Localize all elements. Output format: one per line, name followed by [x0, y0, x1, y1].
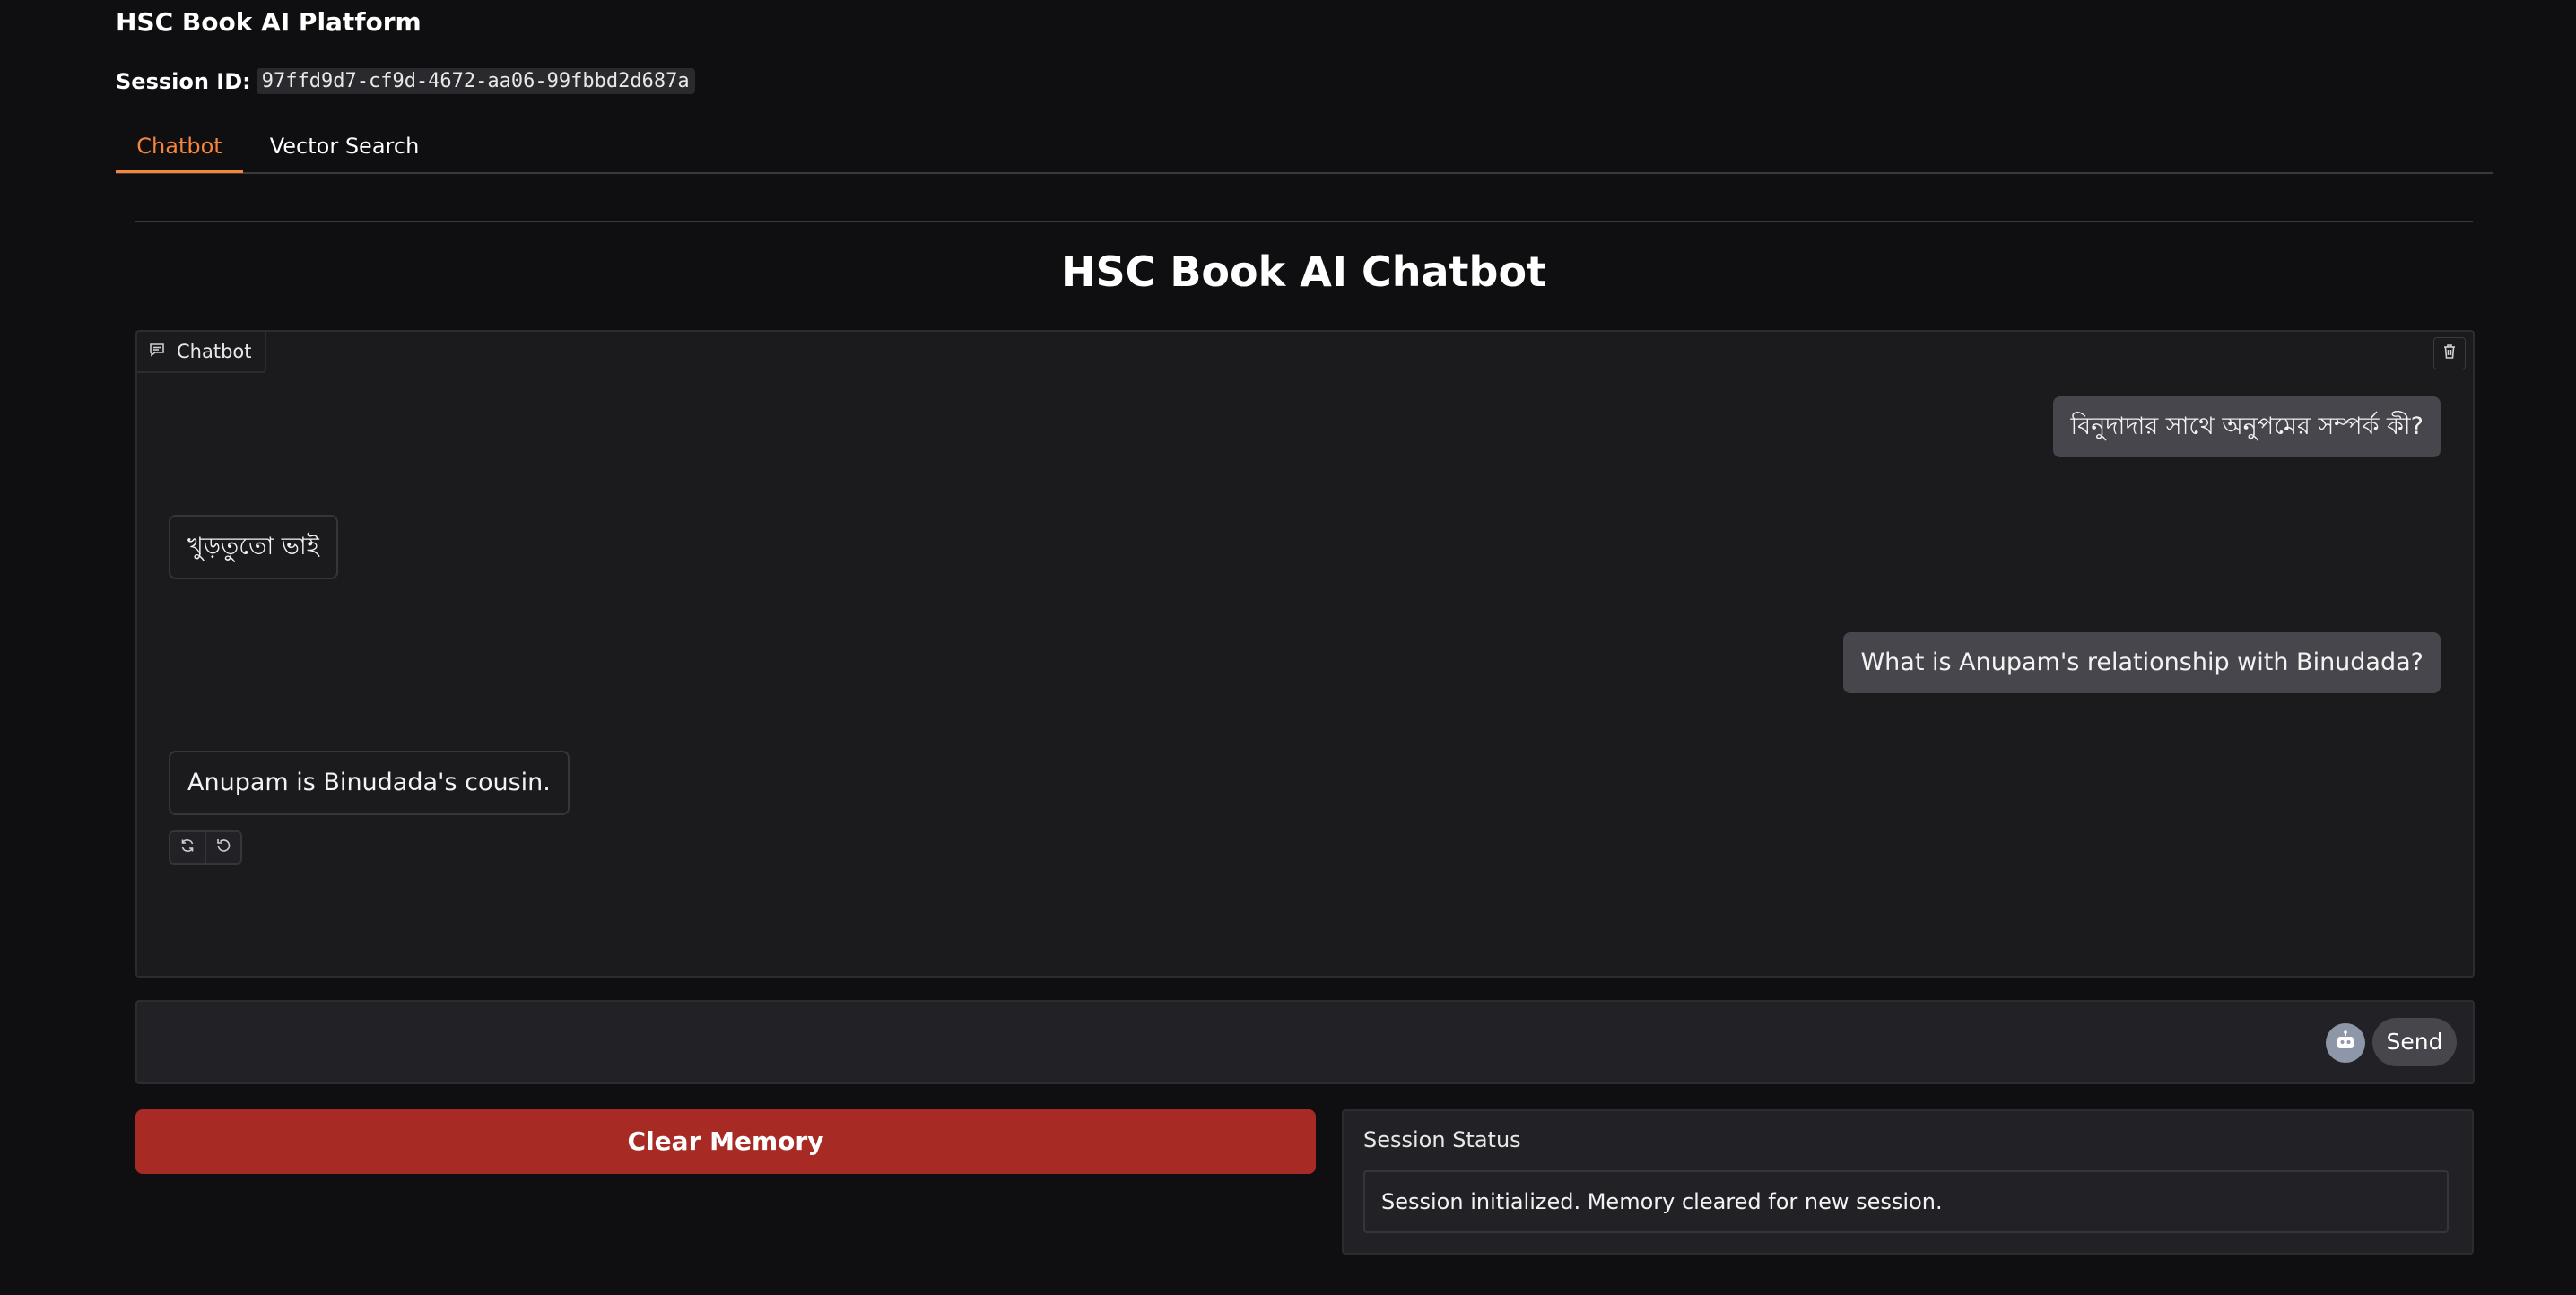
- tab-chatbot[interactable]: Chatbot: [116, 126, 243, 173]
- chat-icon: [148, 341, 166, 363]
- page-title: HSC Book AI Chatbot: [1060, 248, 1547, 296]
- undo-icon: [214, 837, 232, 858]
- bot-message: খুড়তুতো ভাই: [169, 515, 338, 579]
- undo-button[interactable]: [205, 832, 240, 863]
- session-status-text: Session initialized. Memory cleared for …: [1363, 1170, 2449, 1233]
- robot-icon: [2333, 1029, 2358, 1057]
- bot-button[interactable]: [2326, 1023, 2365, 1063]
- clear-memory-button[interactable]: Clear Memory: [135, 1109, 1316, 1174]
- session-status-panel: Session Status Session initialized. Memo…: [1342, 1109, 2474, 1255]
- section-divider: [135, 221, 2473, 222]
- user-message: What is Anupam's relationship with Binud…: [1843, 632, 2441, 693]
- message-input-bar: Send: [135, 1000, 2475, 1084]
- send-button[interactable]: Send: [2372, 1018, 2457, 1066]
- session-id-label: Session ID:: [116, 68, 251, 94]
- session-id-value: 97ffd9d7-cf9d-4672-aa06-99fbbd2d687a: [256, 68, 695, 94]
- bot-message: Anupam is Binudada's cousin.: [169, 751, 570, 815]
- tab-vector-search[interactable]: Vector Search: [243, 126, 446, 170]
- user-message: বিনুদাদার সাথে অনুপমের সম্পর্ক কী?: [2053, 396, 2441, 457]
- session-status-label: Session Status: [1363, 1127, 1521, 1152]
- chatbot-label-text: Chatbot: [177, 341, 252, 362]
- refresh-icon: [178, 837, 196, 858]
- chatbot-panel: Chatbot বিনুদাদার সাথে অনুপমের সম্পর্ক ক…: [135, 330, 2475, 978]
- app-title: HSC Book AI Platform: [116, 7, 422, 37]
- session-id-row: Session ID: 97ffd9d7-cf9d-4672-aa06-99fb…: [116, 68, 695, 94]
- message-input[interactable]: [152, 1014, 2308, 1070]
- message-actions: [169, 830, 242, 865]
- clear-chat-button[interactable]: [2433, 337, 2466, 369]
- tab-bar: Chatbot Vector Search: [116, 126, 2493, 174]
- trash-icon: [2441, 343, 2459, 364]
- retry-button[interactable]: [170, 832, 205, 863]
- chatbot-label: Chatbot: [137, 332, 266, 373]
